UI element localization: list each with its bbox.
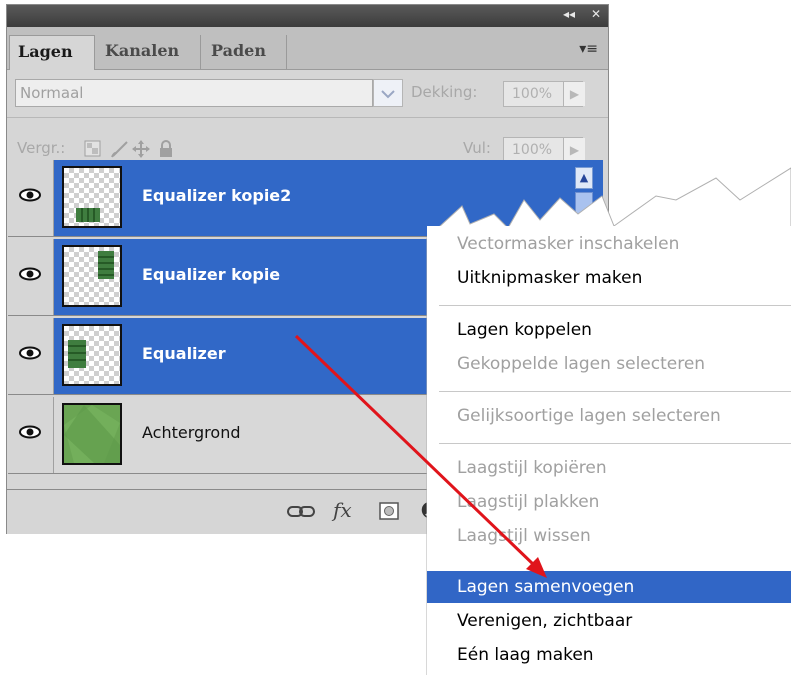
menu-item-laagstijl-kopieren[interactable]: Laagstijl kopiëren <box>457 458 607 478</box>
context-menu: Vectormasker inschakelen Uitknipmasker m… <box>427 226 791 675</box>
menu-item-vectormasker-inschakelen[interactable]: Vectormasker inschakelen <box>457 234 679 254</box>
menu-item-lagen-koppelen[interactable]: Lagen koppelen <box>457 320 592 340</box>
menu-separator <box>439 305 791 306</box>
menu-item-een-laag-maken[interactable]: Eén laag maken <box>457 645 594 665</box>
menu-item-verenigen-zichtbaar[interactable]: Verenigen, zichtbaar <box>457 611 632 631</box>
menu-item-gekoppelde-lagen-selecteren[interactable]: Gekoppelde lagen selecteren <box>457 354 705 374</box>
menu-item-laagstijl-wissen[interactable]: Laagstijl wissen <box>457 526 591 546</box>
menu-item-uitknipmasker-maken[interactable]: Uitknipmasker maken <box>457 268 642 288</box>
menu-separator <box>439 443 791 444</box>
menu-item-gelijksoortige-lagen-selecteren[interactable]: Gelijksoortige lagen selecteren <box>457 406 721 426</box>
menu-item-laagstijl-plakken[interactable]: Laagstijl plakken <box>457 492 599 512</box>
menu-separator <box>439 391 791 392</box>
menu-item-lagen-samenvoegen[interactable]: Lagen samenvoegen <box>457 577 634 597</box>
